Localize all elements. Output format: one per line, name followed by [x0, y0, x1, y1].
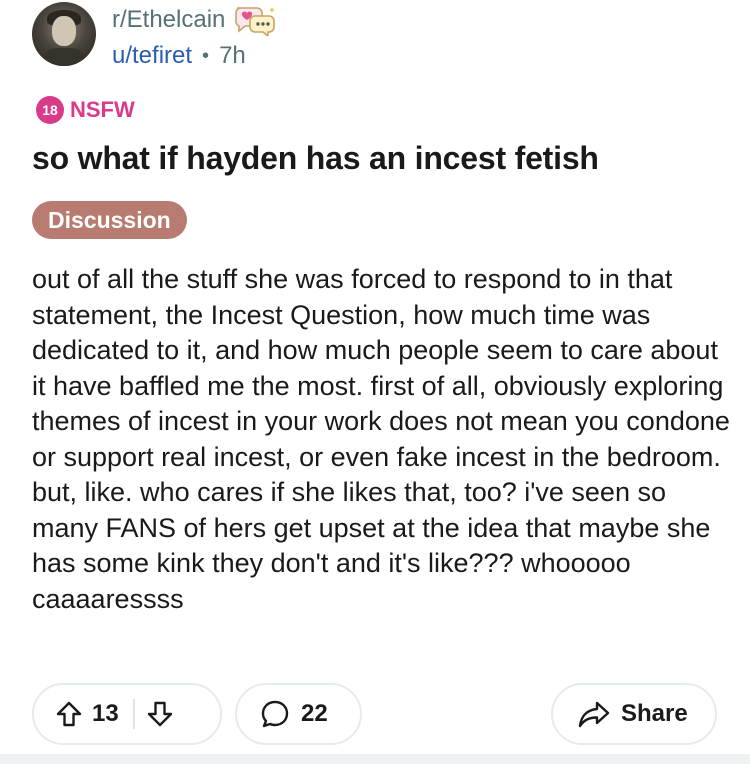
share-label: Share	[621, 700, 688, 727]
arrow-up-icon[interactable]	[54, 699, 84, 729]
upvote-count: 13	[92, 700, 119, 727]
chat-hearts-icon	[233, 4, 277, 38]
subreddit-line: r/Ethelcain	[112, 4, 277, 38]
post-timestamp: 7h	[219, 42, 246, 69]
subreddit-avatar[interactable]	[32, 2, 96, 66]
nsfw-tag: 18 NSFW	[36, 96, 135, 124]
meta-separator: •	[202, 44, 210, 67]
post-container: r/Ethelcain u/tefiret • 7h 18 NSFW so wh…	[0, 0, 750, 764]
comment-bubble-icon	[259, 698, 291, 730]
subreddit-name[interactable]: r/Ethelcain	[112, 6, 225, 34]
vote-bar: 13	[32, 683, 222, 745]
author-username[interactable]: u/tefiret	[112, 42, 192, 70]
post-meta: u/tefiret • 7h	[112, 42, 246, 70]
feed-divider	[0, 754, 750, 764]
post-title[interactable]: so what if hayden has an incest fetish	[32, 140, 599, 177]
arrow-down-icon[interactable]	[145, 699, 175, 729]
nsfw-label: NSFW	[70, 97, 135, 122]
nsfw-18-icon: 18	[36, 96, 64, 124]
vote-divider	[132, 699, 135, 729]
avatar-face	[52, 16, 76, 46]
avatar-body	[42, 48, 86, 66]
post-flair[interactable]: Discussion	[32, 201, 187, 239]
share-button[interactable]: Share	[551, 683, 717, 745]
share-arrow-icon	[577, 699, 611, 729]
comment-count: 22	[301, 700, 328, 727]
post-body: out of all the stuff she was forced to r…	[32, 264, 730, 614]
comments-button[interactable]: 22	[235, 683, 362, 745]
